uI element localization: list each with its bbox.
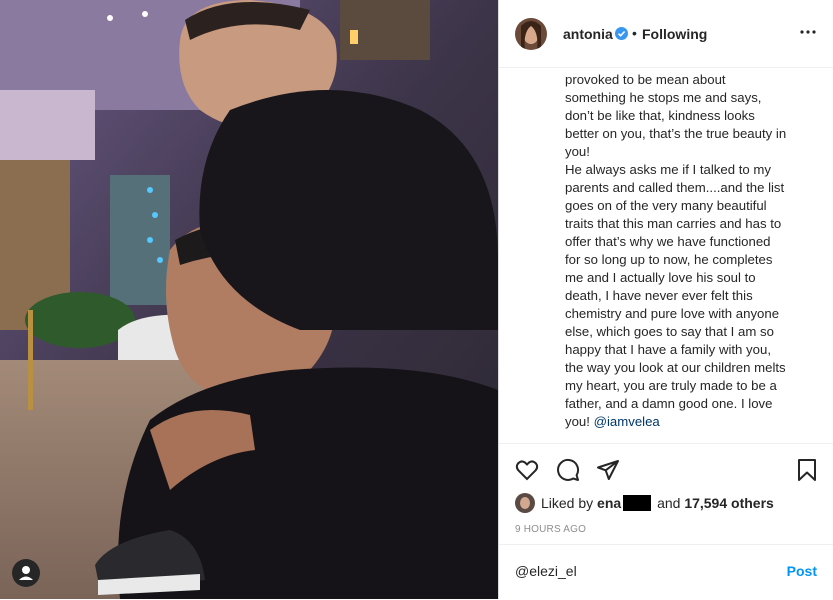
more-options-icon[interactable] (799, 22, 817, 42)
liked-by-prefix: Liked by (541, 495, 594, 511)
liker-avatar[interactable] (515, 493, 535, 513)
heart-icon[interactable] (515, 458, 539, 482)
separator-dot: • (632, 25, 637, 41)
post-timestamp[interactable]: 9 HOURS AGO (515, 524, 586, 535)
tagged-user-button[interactable] (12, 559, 40, 587)
comment-input[interactable]: @elezi_el (515, 563, 577, 579)
following-button[interactable]: Following (642, 26, 707, 42)
post-photo[interactable] (0, 0, 498, 599)
verified-badge-icon (615, 27, 628, 40)
profile-picture (515, 18, 547, 50)
bookmark-icon[interactable] (795, 458, 819, 482)
liker-picture (515, 493, 535, 513)
post-comment-button[interactable]: Post (787, 563, 817, 579)
likes-summary: Liked by ena and 17,594 others (515, 492, 774, 514)
caption-text: provoked to be mean about something he s… (565, 72, 787, 429)
comment-icon[interactable] (556, 458, 580, 482)
avatar[interactable] (515, 18, 547, 50)
username[interactable]: antonia (563, 26, 613, 42)
post-header: antonia • Following (499, 0, 833, 68)
redaction-box (623, 495, 652, 511)
user-icon (19, 566, 33, 580)
likes-count[interactable]: 17,594 others (684, 495, 774, 511)
mention-link[interactable]: @iamvelea (594, 414, 660, 429)
action-bar: Liked by ena and 17,594 others 9 HOURS A… (499, 443, 833, 554)
post-side-panel: antonia • Following provoked to be mean … (498, 0, 833, 599)
share-icon[interactable] (596, 458, 620, 482)
likes-and: and (657, 495, 681, 511)
post-caption: provoked to be mean about something he s… (565, 71, 827, 431)
comment-box: @elezi_el Post (499, 544, 833, 600)
liker-username[interactable]: ena (597, 495, 621, 511)
